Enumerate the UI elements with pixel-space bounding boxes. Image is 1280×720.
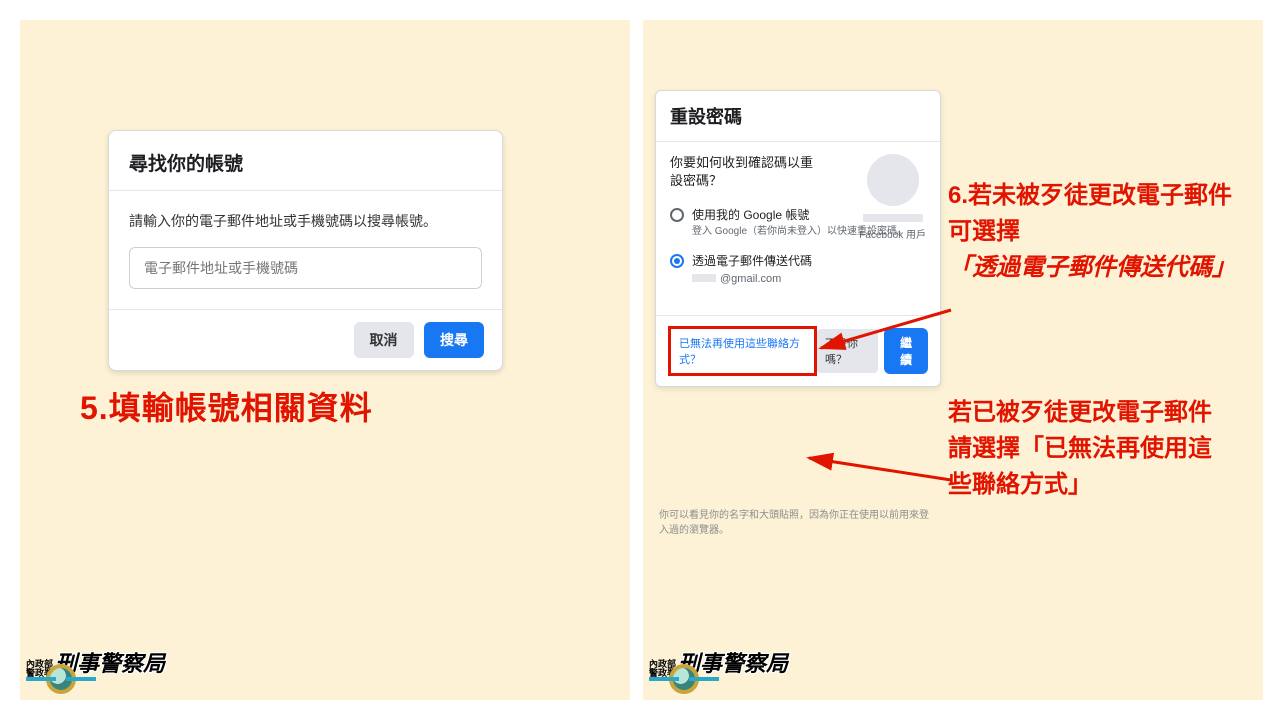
right-panel: 重設密碼 你要如何收到確認碼以重設密碼？ Facebook 用戶 使用我的 Go… — [643, 20, 1263, 700]
account-input[interactable] — [129, 247, 482, 289]
arrow-to-no-access — [809, 458, 951, 480]
annotation-step6b: 若已被歹徒更改電子郵件 請選擇「已無法再使用這 些聯絡方式」 — [948, 395, 1258, 503]
avatar-name-placeholder — [863, 214, 923, 222]
find-account-title: 尋找你的帳號 — [109, 131, 502, 191]
option-email[interactable]: 透過電子郵件傳送代碼 @gmail.com — [670, 252, 926, 285]
option-email-label: 透過電子郵件傳送代碼 — [692, 252, 812, 269]
anno6a-line2: 可選擇 — [948, 214, 1258, 250]
user-avatar-block: Facebook 用戶 — [859, 154, 926, 241]
avatar-icon — [867, 154, 919, 206]
badge-medal-icon — [46, 664, 76, 694]
cancel-button[interactable]: 取消 — [354, 322, 414, 358]
anno6b-line3: 些聯絡方式」 — [948, 467, 1258, 503]
anno6b-line2: 請選擇「已無法再使用這 — [948, 431, 1258, 467]
not-you-button[interactable]: 不是你嗎？ — [817, 329, 878, 373]
continue-button[interactable]: 繼續 — [884, 328, 928, 374]
search-button[interactable]: 搜尋 — [424, 322, 484, 358]
find-account-desc: 請輸入你的電子郵件地址或手機號碼以搜尋帳號。 — [129, 211, 482, 231]
annotation-step6a: 6.若未被歹徒更改電子郵件 可選擇 「透過電子郵件傳送代碼」 — [948, 178, 1258, 286]
reset-title: 重設密碼 — [656, 91, 940, 142]
radio-google[interactable] — [670, 208, 684, 222]
anno6b-line1: 若已被歹徒更改電子郵件 — [948, 395, 1258, 431]
annotation-step5: 5.填輸帳號相關資料 — [80, 383, 373, 429]
no-access-link[interactable]: 已無法再使用這些聯絡方式？ — [679, 338, 800, 366]
radio-email[interactable] — [670, 254, 684, 268]
reset-password-card: 重設密碼 你要如何收到確認碼以重設密碼？ Facebook 用戶 使用我的 Go… — [655, 90, 941, 387]
left-panel: 尋找你的帳號 請輸入你的電子郵件地址或手機號碼以搜尋帳號。 取消 搜尋 5.填輸… — [20, 20, 630, 700]
anno6a-line3: 「透過電子郵件傳送代碼」 — [948, 250, 1258, 286]
anno6a-line1: 6.若未被歹徒更改電子郵件 — [948, 178, 1258, 214]
badge-medal-icon-r — [669, 664, 699, 694]
option-email-address: @gmail.com — [692, 273, 812, 285]
browser-hint: 你可以看見你的名字和大頭貼照，因為你正在使用以前用來登入過的瀏覽器。 — [655, 498, 941, 536]
find-account-card: 尋找你的帳號 請輸入你的電子郵件地址或手機號碼以搜尋帳號。 取消 搜尋 — [108, 130, 503, 371]
avatar-caption: Facebook 用戶 — [859, 226, 926, 241]
no-access-highlight: 已無法再使用這些聯絡方式？ — [668, 326, 817, 376]
reset-question: 你要如何收到確認碼以重設密碼？ — [670, 154, 820, 190]
